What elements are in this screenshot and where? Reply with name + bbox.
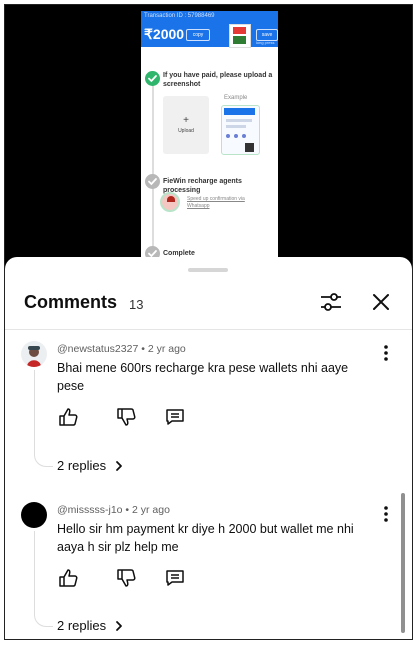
comment-time: 2 yr ago [132, 504, 170, 516]
comment-text: Hello sir hm payment kr diye h 2000 but … [57, 522, 354, 554]
payment-amount: ₹2000 [144, 26, 185, 42]
steps-timeline-line [152, 79, 154, 254]
more-vert-icon[interactable] [379, 504, 393, 524]
pending-step-icon [145, 174, 160, 189]
scrollbar[interactable] [401, 493, 405, 633]
drag-handle[interactable] [188, 268, 228, 272]
avatar[interactable] [21, 502, 47, 528]
video-frame-screenshot: Transaction ID : 57988469 ₹2000 copy sav… [141, 11, 278, 267]
step-processing-text: FieWin recharge agents processing [163, 178, 242, 194]
comment-text: Bhai mene 600rs recharge kra pese wallet… [57, 361, 349, 393]
payment-header: Transaction ID : 57988469 ₹2000 copy sav… [141, 11, 278, 48]
qr-code-thumbnail [229, 24, 251, 48]
plus-icon: + [183, 115, 189, 126]
meta-separator: • [141, 343, 148, 355]
filter-icon[interactable] [317, 288, 345, 316]
chevron-right-icon[interactable] [114, 619, 124, 631]
example-label: Example [224, 95, 248, 101]
comment-meta: @misssss-j1o • 2 yr ago [57, 504, 170, 516]
upload-label: Upload [178, 128, 194, 134]
whatsapp-link: Speed up confirmation via Whatsapp [187, 196, 245, 209]
step-upload-text: If you have paid, please upload a screen… [163, 72, 273, 88]
thumb-up-icon[interactable] [57, 567, 79, 589]
comment-author[interactable]: @newstatus2327 [57, 343, 138, 355]
thread-line [34, 370, 53, 467]
comments-title: Comments [24, 292, 118, 312]
comment-meta: @newstatus2327 • 2 yr ago [57, 343, 186, 355]
thumb-up-icon[interactable] [57, 406, 79, 428]
thumb-down-icon[interactable] [115, 406, 137, 428]
checkmark-icon [145, 71, 160, 86]
thumb-down-icon[interactable] [115, 567, 137, 589]
comments-count: 13 [129, 297, 144, 312]
thread-line [34, 531, 53, 627]
comments-sheet: Comments 13 @newstatus2327 • 2 yr ago Bh… [5, 257, 412, 639]
replies-label[interactable]: 2 replies [57, 618, 106, 633]
upload-box: + Upload [163, 96, 209, 154]
comment-author[interactable]: @misssss-j1o [57, 504, 123, 516]
header-divider [5, 329, 412, 330]
reply-icon[interactable] [164, 406, 186, 428]
chevron-right-icon[interactable] [114, 459, 124, 471]
transaction-id: Transaction ID : 57988469 [144, 13, 215, 19]
example-image [221, 105, 260, 155]
close-icon[interactable] [367, 288, 395, 316]
phone-frame: Transaction ID : 57988469 ₹2000 copy sav… [4, 4, 413, 640]
copy-button: copy [186, 29, 210, 41]
comment-time: 2 yr ago [147, 343, 186, 355]
replies-label[interactable]: 2 replies [57, 458, 106, 473]
agent-avatar [160, 192, 180, 212]
video-player[interactable]: Transaction ID : 57988469 ₹2000 copy sav… [5, 5, 412, 267]
avatar[interactable] [21, 341, 47, 367]
more-vert-icon[interactable] [379, 343, 393, 363]
long-press-label: long press [256, 40, 275, 45]
reply-icon[interactable] [164, 567, 186, 589]
